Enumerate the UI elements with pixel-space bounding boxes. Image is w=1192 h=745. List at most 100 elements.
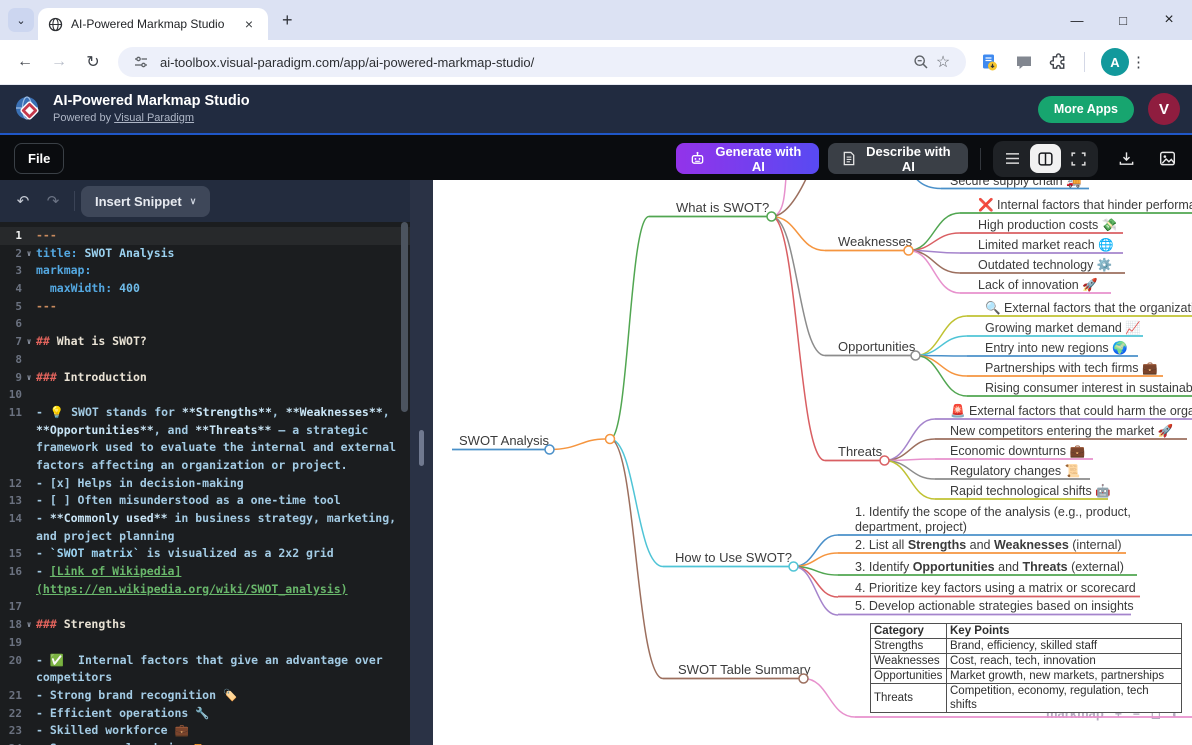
map-node-circle-level1-empty[interactable]	[606, 435, 615, 444]
map-node-label-threat-4[interactable]: Regulatory changes 📜	[950, 464, 1080, 478]
map-node-label-opp-3[interactable]: Entry into new regions 🌍	[985, 340, 1128, 355]
code-line-16-wrap1[interactable]: (https://en.wikipedia.org/wiki/SWOT_anal…	[0, 581, 410, 599]
code-line-23[interactable]: 23- Skilled workforce 💼	[0, 722, 410, 740]
mindmap-pane[interactable]: markmap + − ◻ ◐ SWOT AnalysisWhat is SWO…	[433, 180, 1192, 745]
map-node-label-threat-2[interactable]: New competitors entering the market 🚀	[950, 423, 1174, 438]
code-line-18[interactable]: 18∨### Strengths	[0, 616, 410, 634]
code-line-22[interactable]: 22- Efficient operations 🔧	[0, 705, 410, 723]
map-node-label-weak-2[interactable]: High production costs 💸	[978, 218, 1117, 232]
map-node-label-weak-5[interactable]: Lack of innovation 🚀	[978, 277, 1098, 292]
map-node-label-threats[interactable]: Threats	[838, 444, 883, 459]
map-node-label-how-1[interactable]: department, project)	[855, 520, 967, 534]
undo-icon[interactable]: ↶	[8, 192, 38, 210]
site-settings-icon[interactable]	[130, 54, 152, 70]
map-node-label-threat-5[interactable]: Rapid technological shifts 🤖	[950, 483, 1111, 498]
map-node-label-weaknesses[interactable]: Weaknesses	[838, 234, 913, 249]
code-line-11-wrap1[interactable]: **Opportunities**, and **Threats** — a s…	[0, 422, 410, 440]
map-node-label-secure-supply-chain[interactable]: Secure supply chain 🚚	[950, 180, 1082, 188]
map-node-label-weak-1[interactable]: ❌ Internal factors that hinder performan…	[978, 197, 1192, 213]
code-line-10[interactable]: 10	[0, 386, 410, 404]
code-line-6[interactable]: 6	[0, 315, 410, 333]
map-node-label-opp-2[interactable]: Growing market demand 📈	[985, 320, 1141, 335]
map-node-label-opportunities[interactable]: Opportunities	[838, 339, 916, 354]
map-node-label-how-5[interactable]: 5. Develop actionable strategies based o…	[855, 599, 1134, 613]
extension-doc-icon[interactable]	[980, 53, 999, 72]
map-node-label-opp-5[interactable]: Rising consumer interest in sustainabili…	[985, 381, 1192, 395]
code-line-12[interactable]: 12- [x] Helps in decision-making	[0, 475, 410, 493]
insert-snippet-button[interactable]: Insert Snippet ∨	[81, 186, 210, 217]
extension-chat-icon[interactable]	[1015, 53, 1033, 71]
export-image-icon[interactable]	[1156, 146, 1180, 172]
code-line-4[interactable]: 4 maxWidth: 400	[0, 280, 410, 298]
code-line-20-wrap1[interactable]: competitors	[0, 669, 410, 687]
extensions-puzzle-icon[interactable]	[1049, 53, 1068, 72]
new-tab-button[interactable]: +	[282, 10, 293, 31]
map-node-circle-how-to-use-swot[interactable]	[789, 562, 798, 571]
map-node-label-how-1[interactable]: 1. Identify the scope of the analysis (e…	[855, 505, 1131, 519]
code-line-9[interactable]: 9∨### Introduction	[0, 369, 410, 387]
code-line-3[interactable]: 3markmap:	[0, 262, 410, 280]
describe-with-ai-button[interactable]: Describe with AI	[828, 143, 968, 174]
map-node-label-swot-table-summary[interactable]: SWOT Table Summary	[678, 662, 811, 677]
code-line-5[interactable]: 5---	[0, 298, 410, 316]
map-node-label-weak-4[interactable]: Outdated technology ⚙️	[978, 257, 1112, 272]
redo-icon[interactable]: ↷	[38, 192, 68, 210]
window-minimize-button[interactable]: —	[1054, 0, 1100, 40]
code-line-11-wrap2[interactable]: framework used to evaluate the internal …	[0, 439, 410, 457]
fold-chevron-icon[interactable]: ∨	[22, 245, 36, 263]
code-line-8[interactable]: 8	[0, 351, 410, 369]
fold-chevron-icon[interactable]: ∨	[22, 616, 36, 634]
visual-paradigm-link[interactable]: Visual Paradigm	[114, 112, 194, 124]
code-line-21[interactable]: 21- Strong brand recognition 🏷️	[0, 687, 410, 705]
back-button[interactable]: ←	[8, 53, 42, 71]
code-line-7[interactable]: 7∨## What is SWOT?	[0, 333, 410, 351]
map-node-label-how-3[interactable]: 3. Identify Opportunities and Threats (e…	[855, 560, 1124, 574]
browser-menu-kebab-icon[interactable]: ⋮	[1131, 53, 1146, 71]
fold-chevron-icon[interactable]: ∨	[22, 369, 36, 387]
tab-search-chevron-icon[interactable]: ⌄	[8, 8, 34, 32]
map-node-circle-what-is-swot[interactable]	[767, 212, 776, 221]
map-node-label-how-4[interactable]: 4. Prioritize key factors using a matrix…	[855, 581, 1136, 595]
code-line-14[interactable]: 14- **Commonly used** in business strate…	[0, 510, 410, 528]
map-node-label-how-2[interactable]: 2. List all Strengths and Weaknesses (in…	[855, 538, 1122, 552]
splitter-handle[interactable]	[419, 430, 424, 466]
map-node-circle-weaknesses[interactable]	[904, 246, 913, 255]
code-editor[interactable]: 1---2∨title: SWOT Analysis3markmap:4 max…	[0, 222, 410, 745]
tab-close-icon[interactable]: ×	[240, 15, 258, 33]
code-line-19[interactable]: 19	[0, 634, 410, 652]
mindmap-svg[interactable]: SWOT Analysis What is SWOT? Weaknesses Oppo…	[433, 180, 1192, 745]
code-line-2[interactable]: 2∨title: SWOT Analysis	[0, 245, 410, 263]
code-line-11-wrap3[interactable]: factors affecting an organization or pro…	[0, 457, 410, 475]
code-line-13[interactable]: 13- [ ] Often misunderstood as a one-tim…	[0, 492, 410, 510]
map-node-label-how-to-use-swot[interactable]: How to Use SWOT?	[675, 550, 792, 565]
file-menu-button[interactable]: File	[14, 143, 64, 174]
generate-with-ai-button[interactable]: Generate with AI	[676, 143, 819, 174]
code-line-14-wrap1[interactable]: and project planning	[0, 528, 410, 546]
code-line-17[interactable]: 17	[0, 598, 410, 616]
map-node-label-opp-1[interactable]: 🔍 External factors that the organization…	[985, 299, 1192, 315]
url-text[interactable]: ai-toolbox.visual-paradigm.com/app/ai-po…	[160, 55, 910, 70]
download-icon[interactable]	[1115, 146, 1139, 172]
split-view-button[interactable]	[1030, 144, 1061, 173]
fold-chevron-icon[interactable]: ∨	[22, 333, 36, 351]
map-node-label-what-is-swot[interactable]: What is SWOT?	[676, 200, 769, 215]
editor-scrollbar[interactable]	[401, 222, 408, 412]
code-line-1[interactable]: 1---	[0, 227, 410, 245]
code-line-11[interactable]: 11- 💡 SWOT stands for **Strengths**, **W…	[0, 404, 410, 422]
user-avatar[interactable]: V	[1148, 93, 1180, 125]
address-bar[interactable]: ai-toolbox.visual-paradigm.com/app/ai-po…	[118, 47, 966, 77]
code-line-20[interactable]: 20- ✅ Internal factors that give an adva…	[0, 652, 410, 670]
map-node-circle-root[interactable]	[545, 445, 554, 454]
map-node-label-weak-3[interactable]: Limited market reach 🌐	[978, 237, 1114, 252]
map-node-label-root[interactable]: SWOT Analysis	[459, 433, 550, 448]
map-node-circle-swot-table-summary[interactable]	[799, 674, 808, 683]
map-node-label-threat-1[interactable]: 🚨 External factors that could harm the o…	[950, 403, 1192, 418]
browser-profile-avatar[interactable]: A	[1101, 48, 1129, 76]
pane-splitter[interactable]	[410, 180, 433, 745]
map-node-label-opp-4[interactable]: Partnerships with tech firms 💼	[985, 361, 1158, 375]
editor-only-view-button[interactable]	[997, 144, 1028, 173]
more-apps-button[interactable]: More Apps	[1038, 96, 1134, 123]
code-line-15[interactable]: 15- `SWOT matrix` is visualized as a 2x2…	[0, 545, 410, 563]
window-close-button[interactable]: ×	[1146, 0, 1192, 40]
code-line-24[interactable]: 24- Secure supply chain 🚚	[0, 740, 410, 745]
